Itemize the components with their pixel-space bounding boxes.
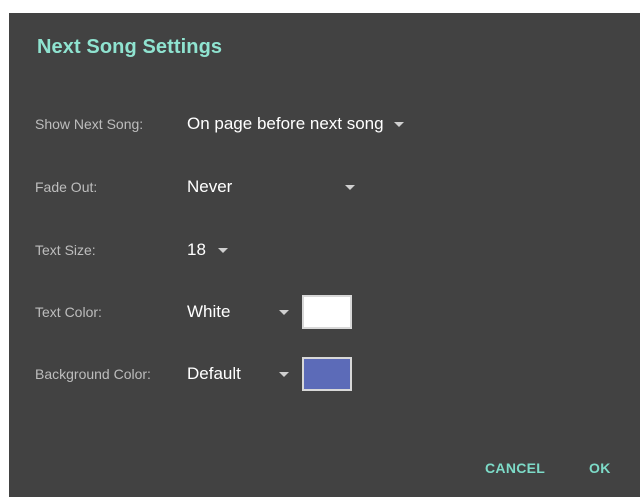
show-next-song-value: On page before next song <box>187 114 384 133</box>
text-size-dropdown[interactable]: 18 <box>187 235 228 265</box>
fade-out-value: Never <box>187 177 233 196</box>
background-color-value: Default <box>187 364 241 383</box>
text-color-value: White <box>187 302 231 321</box>
dialog-title: Next Song Settings <box>37 36 223 58</box>
cancel-button[interactable]: CANCEL <box>485 460 545 476</box>
text-color-dropdown[interactable]: White <box>187 297 295 327</box>
show-next-song-row: Show Next Song: On page before next song <box>9 104 640 144</box>
dropdown-triangle-icon <box>345 185 355 190</box>
background-color-label: Background Color: <box>35 366 151 382</box>
dropdown-triangle-icon <box>393 121 404 127</box>
text-size-row: Text Size: 18 <box>9 230 640 270</box>
text-size-label: Text Size: <box>35 242 96 258</box>
next-song-settings-dialog: Next Song Settings Show Next Song: On pa… <box>9 13 640 497</box>
text-size-value: 18 <box>187 240 206 259</box>
text-color-row: Text Color: White <box>9 292 640 332</box>
fade-out-row: Fade Out: Never <box>9 167 640 207</box>
text-color-swatch[interactable] <box>302 295 352 329</box>
background-color-dropdown[interactable]: Default <box>187 359 295 389</box>
background-color-row: Background Color: Default <box>9 354 640 394</box>
dropdown-triangle-icon <box>217 247 228 253</box>
show-next-song-label: Show Next Song: <box>35 116 144 132</box>
show-next-song-dropdown[interactable]: On page before next song <box>187 109 404 139</box>
background-color-swatch[interactable] <box>302 357 352 391</box>
fade-out-label: Fade Out: <box>35 179 98 195</box>
text-color-label: Text Color: <box>35 304 102 320</box>
dropdown-triangle-icon <box>279 372 289 377</box>
fade-out-dropdown[interactable]: Never <box>187 172 359 202</box>
ok-button[interactable]: OK <box>589 460 611 476</box>
dropdown-triangle-icon <box>279 310 289 315</box>
